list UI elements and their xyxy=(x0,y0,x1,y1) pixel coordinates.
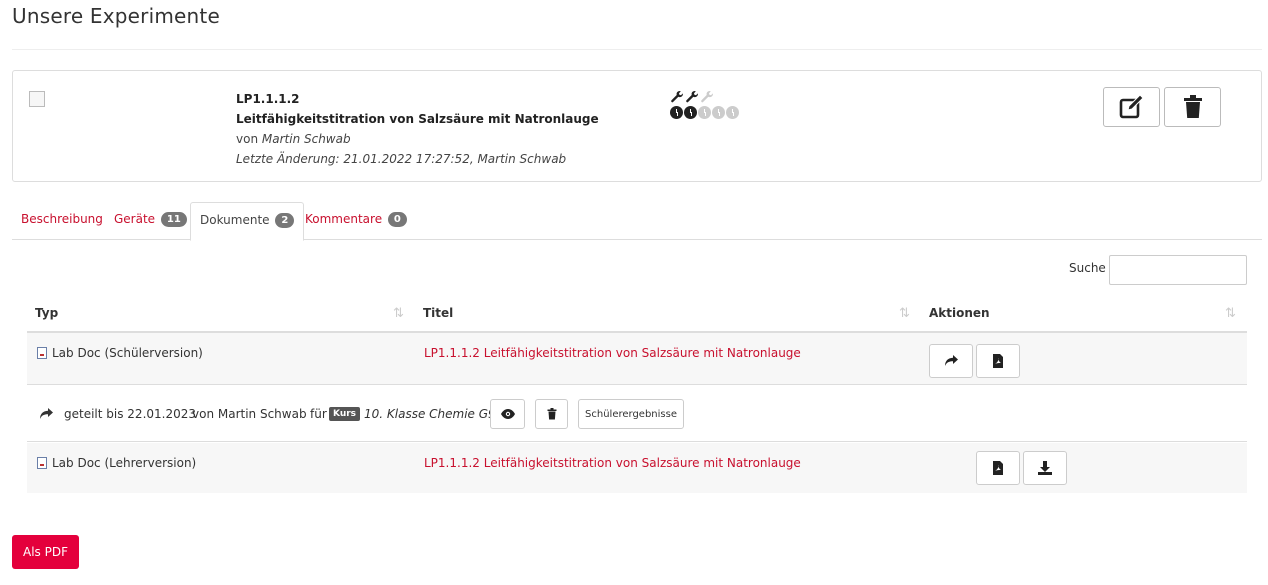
tab-geraete[interactable]: Geräte 11 xyxy=(105,202,196,240)
share-by: von Martin Schwab xyxy=(192,407,307,421)
document-icon xyxy=(37,457,47,469)
document-title-link[interactable]: LP1.1.1.2 Leitfähigkeitstitration von Sa… xyxy=(424,346,801,360)
doc-type-label: Lab Doc (Schülerversion) xyxy=(52,346,203,360)
clock-icon xyxy=(726,106,739,119)
export-pdf-button[interactable]: Als PDF xyxy=(12,535,79,569)
last-modified: Letzte Änderung: 21.01.2022 17:27:52, Ma… xyxy=(236,152,567,166)
difficulty-rating xyxy=(670,89,739,105)
tab-dokumente[interactable]: Dokumente 2 xyxy=(190,202,305,241)
pdf-button[interactable] xyxy=(976,451,1020,485)
author-prefix: von xyxy=(236,132,259,146)
tab-label: Kommentare xyxy=(305,212,383,226)
share-row: geteilt bis 22.01.2023 von Martin Schwab… xyxy=(27,386,1247,442)
document-title-link[interactable]: LP1.1.1.2 Leitfähigkeitstitration von Sa… xyxy=(424,456,801,470)
view-results-button[interactable] xyxy=(490,399,525,429)
share-until: geteilt bis 22.01.2023 xyxy=(64,407,196,421)
clock-icon xyxy=(698,106,711,119)
doc-type: Lab Doc (Lehrerversion) xyxy=(37,456,196,470)
share-button[interactable] xyxy=(929,344,973,378)
pdf-icon xyxy=(993,461,1003,475)
column-header-titel[interactable]: Titel xyxy=(423,306,453,320)
tab-label: Beschreibung xyxy=(21,212,103,226)
tab-label: Dokumente xyxy=(200,213,270,227)
trash-icon xyxy=(1183,95,1202,118)
doc-type-label: Lab Doc (Lehrerversion) xyxy=(52,456,197,470)
sort-icon[interactable]: ⇅ xyxy=(899,306,910,321)
experiment-ratings xyxy=(670,89,739,119)
search-input[interactable] xyxy=(1109,255,1247,285)
share-icon xyxy=(40,408,53,419)
doc-type: Lab Doc (Schülerversion) xyxy=(37,346,203,360)
share-icon xyxy=(945,355,958,366)
wrench-icon xyxy=(686,91,698,103)
clock-icon xyxy=(684,106,697,119)
sort-icon[interactable]: ⇅ xyxy=(1225,306,1236,321)
count-badge: 2 xyxy=(275,213,295,228)
experiment-title: Leitfähigkeitstitration von Salzsäure mi… xyxy=(236,112,599,126)
tab-label: Geräte xyxy=(114,212,156,226)
pdf-button[interactable] xyxy=(976,344,1020,378)
course-name: 10. Klasse Chemie G9 xyxy=(364,407,496,421)
search-label: Suche xyxy=(1069,261,1106,275)
experiment-code: LP1.1.1.2 xyxy=(236,92,300,106)
page-title: Unsere Experimente xyxy=(12,4,220,28)
student-results-button[interactable]: Schülerergebnisse xyxy=(578,399,684,429)
experiment-author: von Martin Schwab xyxy=(236,129,599,149)
tab-beschreibung[interactable]: Beschreibung xyxy=(12,202,112,240)
course-type-badge: Kurs xyxy=(329,407,361,421)
column-header-typ[interactable]: Typ xyxy=(35,306,58,320)
count-badge: 11 xyxy=(160,212,187,227)
edit-icon xyxy=(1119,95,1144,119)
clock-icon xyxy=(670,106,683,119)
count-badge: 0 xyxy=(387,212,407,227)
download-button[interactable] xyxy=(1023,451,1067,485)
experiment-info: LP1.1.1.2 Leitfähigkeitstitration von Sa… xyxy=(236,89,599,169)
eye-icon xyxy=(500,409,515,419)
pdf-icon xyxy=(993,354,1003,368)
trash-icon xyxy=(547,408,556,420)
wrench-icon xyxy=(671,91,683,103)
clock-icon xyxy=(712,106,725,119)
broken-image-icon xyxy=(29,91,45,107)
column-header-aktionen[interactable]: Aktionen xyxy=(929,306,990,320)
delete-experiment-button[interactable] xyxy=(1164,87,1221,127)
tab-bar: Beschreibung Geräte 11 Dokumente 2 Komme… xyxy=(12,202,1262,241)
author-name: Martin Schwab xyxy=(261,132,351,146)
title-divider xyxy=(12,49,1262,50)
wrench-icon xyxy=(701,91,713,103)
table-row: Lab Doc (Schülerversion) LP1.1.1.2 Leitf… xyxy=(27,333,1247,385)
experiment-card: LP1.1.1.2 Leitfähigkeitstitration von Sa… xyxy=(12,70,1262,182)
sort-icon[interactable]: ⇅ xyxy=(393,306,404,321)
share-for: für xyxy=(310,407,327,421)
tab-kommentare[interactable]: Kommentare 0 xyxy=(296,202,416,240)
document-icon xyxy=(37,347,47,359)
edit-experiment-button[interactable] xyxy=(1103,87,1160,127)
duration-rating xyxy=(670,106,739,119)
delete-share-button[interactable] xyxy=(535,399,568,429)
table-row: Lab Doc (Lehrerversion) LP1.1.1.2 Leitfä… xyxy=(27,443,1247,493)
download-icon xyxy=(1038,461,1052,475)
